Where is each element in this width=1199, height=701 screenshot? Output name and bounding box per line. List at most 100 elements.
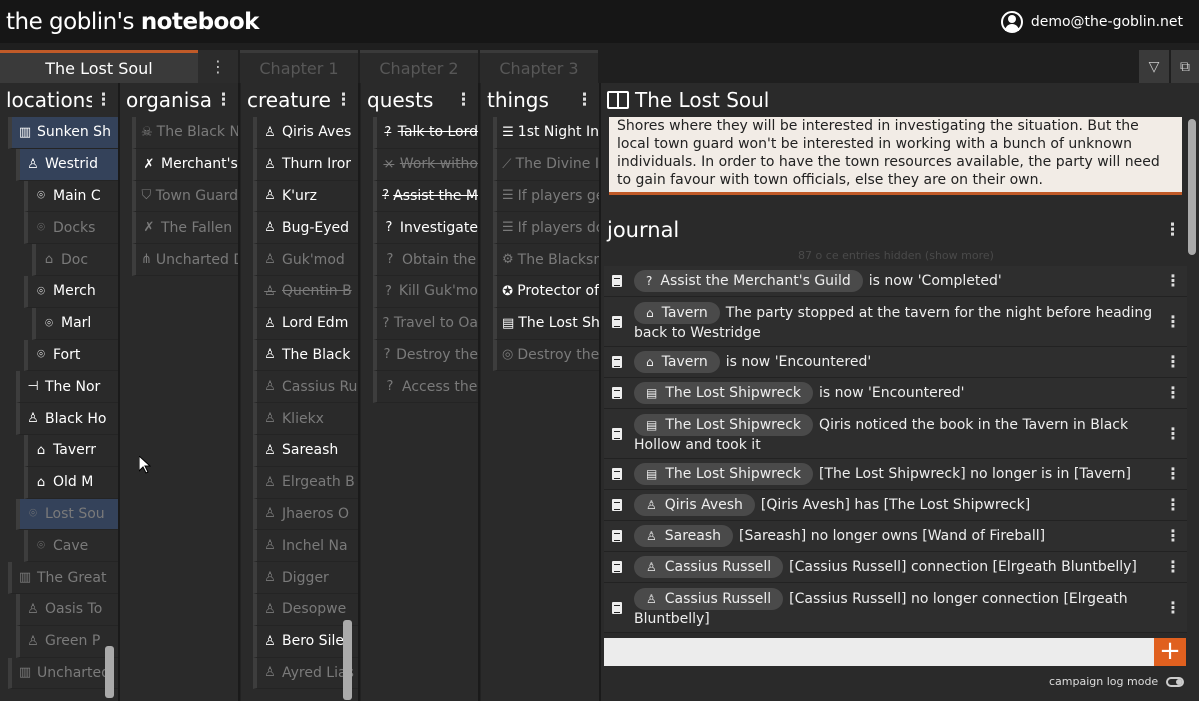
list-item[interactable]: ♙ Green P xyxy=(16,625,118,658)
list-item[interactable]: ⊣ The Nor xyxy=(16,371,118,404)
journal-entry[interactable]: ♙ Cassius Russell [Cassius Russell] no lon… xyxy=(604,583,1187,633)
list-item[interactable]: ⟋ The Divine I xyxy=(493,148,599,181)
journal-entry-input[interactable] xyxy=(604,638,1154,666)
journal-entry[interactable]: ▤ The Lost Shipwreck Qiris noticed the boo… xyxy=(604,409,1187,459)
list-item[interactable]: ⛉ Town Guard xyxy=(132,180,238,213)
entry-menu-button[interactable]: ⋮ xyxy=(1165,496,1181,514)
tab-active-chapter[interactable]: The Lost Soul xyxy=(0,50,198,83)
list-item[interactable]: ♙ Jhaeros O xyxy=(253,498,358,531)
list-item[interactable]: ? Assist the M xyxy=(373,180,478,213)
entity-chip[interactable]: ♙ Cassius Russell xyxy=(634,556,784,578)
list-item[interactable]: ⌾ Cave xyxy=(24,530,118,563)
column-menu-button[interactable]: ⋮ xyxy=(573,90,593,110)
entry-menu-button[interactable]: ⋮ xyxy=(1165,558,1181,576)
journal-entry[interactable]: ▤ The Lost Shipwreck is now 'Encountered' ⋮ xyxy=(604,378,1187,409)
journal-entry[interactable]: ♙ Sareash [Sareash] no longer owns [Wand o… xyxy=(604,521,1187,552)
list-item[interactable]: ♙ Cassius Ru xyxy=(253,371,358,404)
column-menu-button[interactable]: ⋮ xyxy=(92,90,112,110)
hidden-entries-link[interactable]: 87 o ce entries hidden (show more) xyxy=(601,249,1191,262)
list-item[interactable]: ♙ Black Ho xyxy=(16,403,118,435)
list-item[interactable]: ? Investigate xyxy=(373,212,478,245)
entity-chip[interactable]: ♙ Qiris Avesh xyxy=(634,494,755,516)
app-brand[interactable]: the goblin's notebook xyxy=(6,9,259,35)
journal-entry[interactable]: ♙ Cassius Russell [Cassius Russell] connec… xyxy=(604,552,1187,583)
list-item[interactable]: ? Obtain the xyxy=(373,244,478,276)
list-item[interactable]: ⌂ Old M xyxy=(24,466,118,499)
list-item[interactable]: ♙ Westrid xyxy=(16,148,118,181)
list-item[interactable]: ☰ If players do xyxy=(493,212,599,245)
log-mode-toggle[interactable] xyxy=(1166,676,1185,687)
list-item[interactable]: ♙ Thurn Iror xyxy=(253,148,358,181)
duplicate-icon[interactable]: ⧉ xyxy=(1171,50,1199,83)
list-item[interactable]: ♙ K'urz xyxy=(253,180,358,213)
list-item[interactable]: ♙ Bug-Eyed xyxy=(253,212,358,245)
journal-entry[interactable]: ⌂ Tavern is now 'Encountered' ⋮ xyxy=(604,347,1187,378)
list-item[interactable]: ⌂ Doc xyxy=(32,244,118,276)
list-item[interactable]: ⌾ Docks xyxy=(24,212,118,245)
list-item[interactable]: ✗ The Fallen xyxy=(132,212,238,245)
list-item[interactable]: ☰ 1st Night In xyxy=(493,117,599,149)
column-menu-button[interactable]: ⋮ xyxy=(212,90,232,110)
list-item[interactable]: ♙ Qiris Aves xyxy=(253,117,358,149)
journal-menu-button[interactable]: ⋮ xyxy=(1161,220,1181,240)
entity-chip[interactable]: ♙ Sareash xyxy=(634,525,734,547)
list-item[interactable]: ♙ Oasis To xyxy=(16,593,118,626)
filter-icon[interactable]: ▽ xyxy=(1139,50,1169,83)
entry-menu-button[interactable]: ⋮ xyxy=(1165,424,1181,443)
entity-chip[interactable]: ▤ The Lost Shipwreck xyxy=(634,382,814,404)
list-item[interactable]: ⌂ Taverr xyxy=(24,434,118,467)
list-item[interactable]: ? Travel to Oa xyxy=(373,307,478,340)
list-item[interactable]: ⋔ Uncharted D xyxy=(132,244,238,276)
list-item[interactable]: ⌾ Fort xyxy=(24,339,118,372)
user-menu[interactable]: demo@the-goblin.net xyxy=(1000,10,1183,33)
list-item[interactable]: ◎ Destroy the xyxy=(493,339,599,372)
entity-chip[interactable]: ⌂ Tavern xyxy=(634,351,720,373)
entry-menu-button[interactable]: ⋮ xyxy=(1165,384,1181,402)
entry-menu-button[interactable]: ⋮ xyxy=(1165,465,1181,483)
tab-chapter-1[interactable]: Chapter 1 xyxy=(240,50,358,83)
list-item[interactable]: ? Kill Guk'mo xyxy=(373,275,478,308)
list-item[interactable]: ♙ Quentin B xyxy=(253,275,358,308)
list-item[interactable]: ♙ Digger xyxy=(253,562,358,594)
column-scrollbar[interactable] xyxy=(343,620,352,700)
column-scrollbar[interactable] xyxy=(105,646,114,698)
list-item[interactable]: ♙ Lord Edm xyxy=(253,307,358,340)
entry-menu-button[interactable]: ⋮ xyxy=(1165,272,1181,290)
list-item[interactable]: ♙ Inchel Na xyxy=(253,530,358,563)
list-item[interactable]: ⌾ Marl xyxy=(32,307,118,340)
list-item[interactable]: ▥ The Great xyxy=(8,562,118,594)
column-menu-button[interactable]: ⋮ xyxy=(332,90,352,110)
list-item[interactable]: ♙ The Black xyxy=(253,339,358,372)
list-item[interactable]: ⌾ Main C xyxy=(24,180,118,213)
tab-chapter-2[interactable]: Chapter 2 xyxy=(360,50,478,83)
entry-menu-button[interactable]: ⋮ xyxy=(1165,312,1181,331)
campaign-log-mode[interactable]: campaign log mode xyxy=(1049,675,1185,688)
list-item[interactable]: ? Destroy the xyxy=(373,339,478,372)
journal-entry[interactable]: ▤ The Lost Shipwreck [The Lost Shipwreck] … xyxy=(604,459,1187,490)
journal-entry[interactable]: ♙ Qiris Avesh [Qiris Avesh] has [The Lost … xyxy=(604,490,1187,521)
tab-menu-button[interactable]: ⋮ xyxy=(198,50,238,83)
list-item[interactable]: ♙ Sareash xyxy=(253,434,358,467)
list-item[interactable]: ? Access the xyxy=(373,371,478,404)
journal-entry[interactable]: ⌂ Tavern The party stopped at the tavern f… xyxy=(604,297,1187,347)
list-item[interactable]: ✗ Merchant's xyxy=(132,148,238,181)
list-item[interactable]: ⌾ Merch xyxy=(24,275,118,308)
list-item[interactable]: ♙ Guk'mod xyxy=(253,244,358,276)
journal-entry[interactable]: ? Assist the Merchant's Guild is now 'Comp… xyxy=(604,266,1187,297)
column-menu-button[interactable]: ⋮ xyxy=(452,90,472,110)
add-entry-button[interactable]: + xyxy=(1154,638,1186,666)
list-item[interactable]: ▥ Sunken Sh xyxy=(8,117,118,149)
list-item[interactable]: ♙ Elrgeath B xyxy=(253,466,358,499)
list-item[interactable]: ☠ The Black N xyxy=(132,117,238,149)
list-item[interactable]: ? Talk to Lord xyxy=(373,117,478,149)
entity-chip[interactable]: ? Assist the Merchant's Guild xyxy=(634,270,863,292)
list-item[interactable]: ⚙ The Blacksm xyxy=(493,244,599,276)
entity-chip[interactable]: ⌂ Tavern xyxy=(634,301,720,324)
list-item[interactable]: ⌾ Lost Sou xyxy=(16,498,118,531)
entry-menu-button[interactable]: ⋮ xyxy=(1165,598,1181,617)
entry-menu-button[interactable]: ⋮ xyxy=(1165,353,1181,371)
entity-chip[interactable]: ▤ The Lost Shipwreck xyxy=(634,463,814,485)
list-item[interactable]: ▥ Uncharted xyxy=(8,657,118,690)
list-item[interactable]: ♙ Kliekx xyxy=(253,403,358,435)
list-item[interactable]: ☰ If players ge xyxy=(493,180,599,213)
